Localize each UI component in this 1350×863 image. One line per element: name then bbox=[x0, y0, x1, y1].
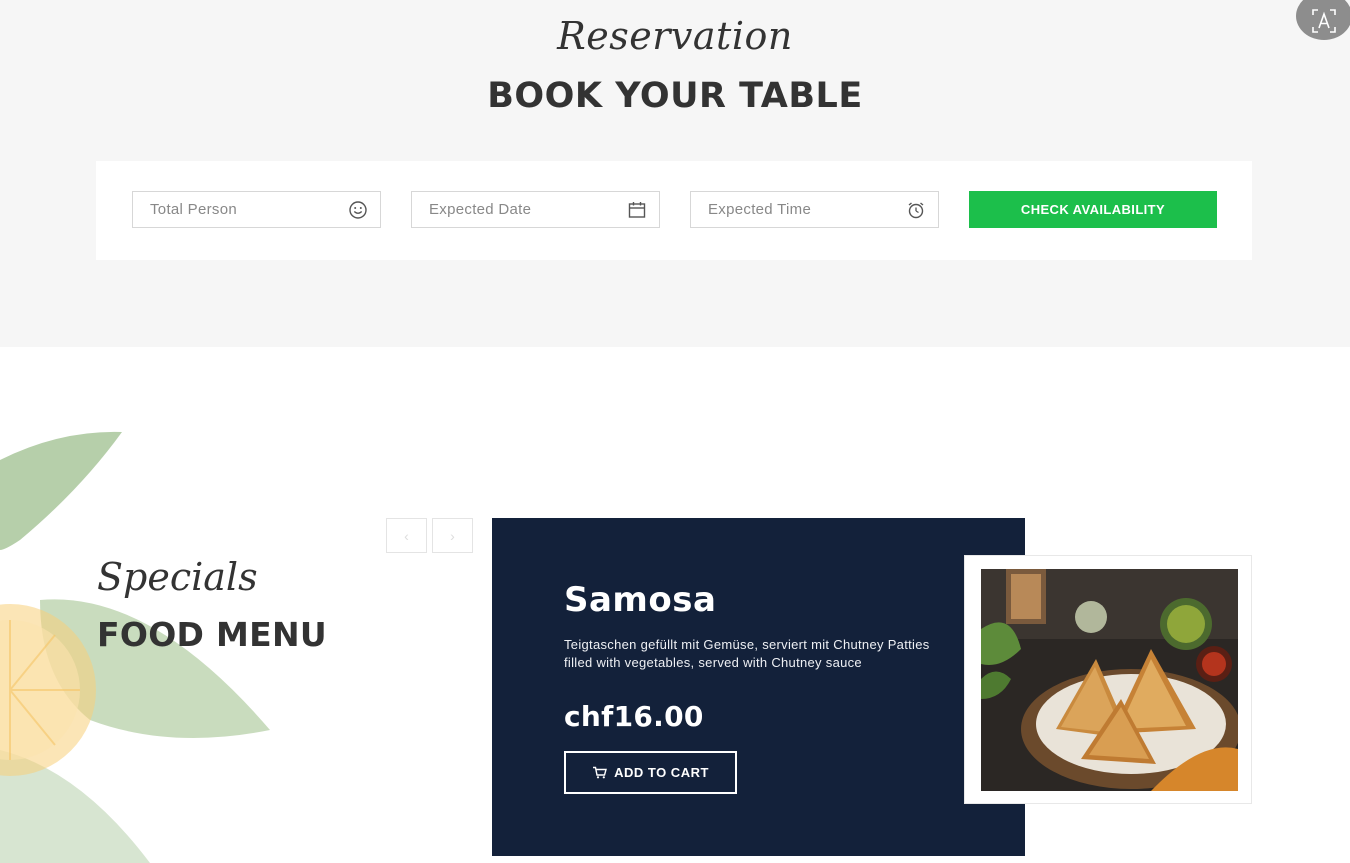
menu-item-card: Samosa Teigtaschen gefüllt mit Gemüse, s… bbox=[492, 518, 1025, 856]
samosa-photo bbox=[981, 569, 1238, 791]
page: Reservation BOOK YOUR TABLE Total Person… bbox=[0, 0, 1350, 863]
expected-date-field[interactable]: Expected Date bbox=[411, 191, 660, 228]
menu-item-name: Samosa bbox=[564, 580, 717, 620]
check-availability-button[interactable]: CHECK AVAILABILITY bbox=[969, 191, 1217, 228]
reservation-title: BOOK YOUR TABLE bbox=[487, 76, 863, 116]
menu-item-description: Teigtaschen gefüllt mit Gemüse, serviert… bbox=[564, 637, 930, 670]
samosa-image bbox=[981, 569, 1238, 791]
total-person-field[interactable]: Total Person bbox=[132, 191, 381, 228]
specials-script-title: Specials bbox=[97, 555, 258, 599]
carousel-prev-button[interactable]: ‹ bbox=[386, 518, 427, 553]
expected-time-placeholder: Expected Time bbox=[708, 201, 812, 218]
smiley-icon bbox=[349, 201, 367, 219]
reservation-form: Total Person Expected Date Expected Time… bbox=[96, 161, 1252, 260]
reservation-script-title: Reservation bbox=[557, 14, 793, 58]
expected-time-field[interactable]: Expected Time bbox=[690, 191, 939, 228]
menu-item-photo-frame bbox=[964, 555, 1252, 804]
chevron-left-icon: ‹ bbox=[404, 527, 409, 544]
alarm-clock-icon bbox=[908, 202, 924, 219]
cart-icon bbox=[593, 766, 608, 779]
total-person-placeholder: Total Person bbox=[150, 201, 237, 218]
translate-icon bbox=[1312, 9, 1336, 33]
chevron-right-icon: › bbox=[450, 527, 455, 544]
calendar-icon bbox=[628, 202, 646, 218]
menu-item-price: chf16.00 bbox=[564, 700, 704, 733]
reservation-section: Reservation BOOK YOUR TABLE Total Person… bbox=[0, 0, 1350, 347]
carousel-next-button[interactable]: › bbox=[432, 518, 473, 553]
add-to-cart-button[interactable]: ADD TO CART bbox=[564, 751, 737, 794]
add-to-cart-label: ADD TO CART bbox=[614, 765, 709, 780]
expected-date-placeholder: Expected Date bbox=[429, 201, 532, 218]
food-menu-title: FOOD MENU bbox=[97, 615, 328, 654]
